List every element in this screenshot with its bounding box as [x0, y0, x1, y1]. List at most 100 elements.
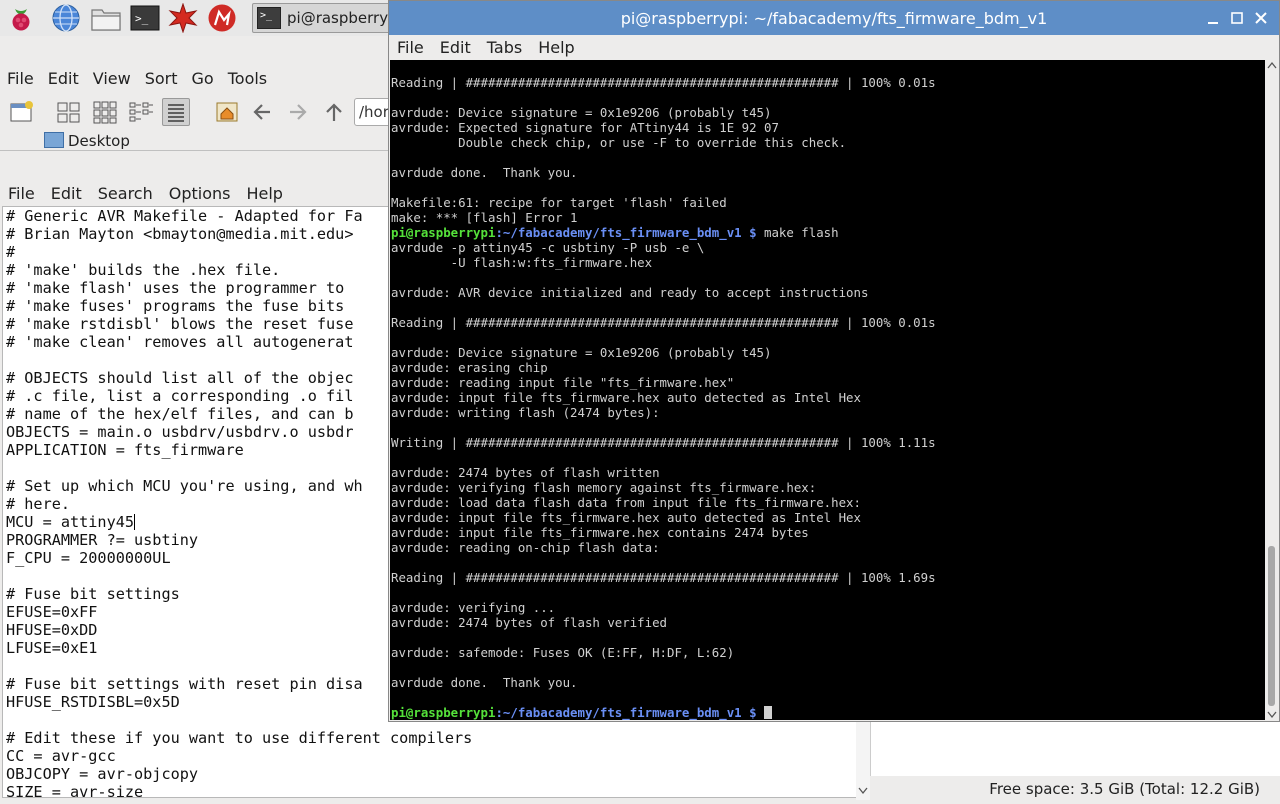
terminal-menubar: File Edit Tabs Help — [389, 35, 583, 61]
editor-line: OBJCOPY = avr-objcopy — [6, 765, 199, 783]
terminal-menu-tabs[interactable]: Tabs — [479, 35, 530, 61]
file-list-pane — [870, 722, 1280, 776]
terminal-line: Reading | ##############################… — [391, 75, 936, 90]
prompt-user: pi@raspberrypi — [391, 225, 496, 240]
terminal-icon[interactable]: >_ — [130, 3, 160, 33]
list-view-icon[interactable] — [162, 98, 190, 126]
terminal-prompt-line: pi@raspberrypi:~/fabacademy/fts_firmware… — [391, 705, 772, 720]
up-arrow-icon[interactable] — [320, 98, 348, 126]
prompt-path: :~/fabacademy/fts_firmware_bdm_v1 $ — [495, 705, 757, 720]
terminal-line: avrdude done. Thank you. — [391, 675, 578, 690]
fm-menu-go[interactable]: Go — [185, 64, 221, 92]
terminal-line: avrdude: Expected signature for ATtiny44… — [391, 120, 779, 135]
terminal-line: avrdude: input file fts_firmware.hex con… — [391, 525, 809, 540]
editor-menu-search[interactable]: Search — [90, 181, 161, 206]
terminal-menu-edit[interactable]: Edit — [432, 35, 479, 61]
file-manager-icon[interactable] — [90, 3, 121, 33]
fm-menu-file[interactable]: File — [0, 64, 41, 92]
terminal-line: avrdude: verifying ... — [391, 600, 556, 615]
terminal-line: Makefile:61: recipe for target 'flash' f… — [391, 195, 727, 210]
editor-scrollbar[interactable] — [856, 722, 870, 800]
thumbnail-view-icon[interactable] — [91, 98, 119, 126]
fm-menu-sort[interactable]: Sort — [138, 64, 185, 92]
terminal-text: Reading | ##############################… — [390, 60, 1265, 720]
folder-icon — [44, 132, 64, 148]
terminal-line: avrdude: load data flash data from input… — [391, 495, 861, 510]
terminal-titlebar[interactable]: pi@raspberrypi: ~/fabacademy/fts_firmwar… — [389, 1, 1279, 35]
terminal-prompt-line: pi@raspberrypi:~/fabacademy/fts_firmware… — [391, 225, 839, 240]
fm-menu-view[interactable]: View — [86, 64, 138, 92]
maximize-icon[interactable] — [1227, 8, 1247, 28]
terminal-line: Double check chip, or use -F to override… — [391, 135, 847, 150]
editor-line: # Generic AVR Makefile - Adapted for Fa — [6, 207, 363, 225]
editor-line: SIZE = avr-size — [6, 783, 144, 798]
editor-line: MCU = attiny45 — [6, 513, 135, 531]
editor-line: # OBJECTS should list all of the objec — [6, 369, 354, 387]
editor-line: # 'make' builds the .hex file. — [6, 261, 281, 279]
editor-line: EFUSE=0xFF — [6, 603, 98, 621]
editor-line: # — [6, 243, 16, 261]
web-browser-icon[interactable] — [51, 3, 81, 33]
prompt-path: :~/fabacademy/fts_firmware_bdm_v1 $ — [495, 225, 757, 240]
terminal-scroll-thumb[interactable] — [1268, 546, 1275, 706]
new-window-icon[interactable] — [8, 98, 36, 126]
editor-line: # Fuse bit settings — [6, 585, 180, 603]
back-arrow-icon[interactable] — [248, 98, 276, 126]
terminal-scrollbar[interactable] — [1265, 60, 1279, 720]
prompt-command: make flash — [756, 225, 839, 240]
editor-line: # Set up which MCU you're using, and wh — [6, 477, 363, 495]
terminal-line: avrdude: 2474 bytes of flash verified — [391, 615, 668, 630]
terminal-line: Writing | ##############################… — [391, 435, 936, 450]
terminal-title: pi@raspberrypi: ~/fabacademy/fts_firmwar… — [620, 9, 1048, 28]
terminal-line: avrdude: Device signature = 0x1e9206 (pr… — [391, 105, 772, 120]
terminal-window: pi@raspberrypi: ~/fabacademy/fts_firmwar… — [388, 0, 1280, 722]
terminal-line: avrdude: writing flash (2474 bytes): — [391, 405, 660, 420]
mathematica-icon[interactable] — [168, 2, 198, 34]
terminal-line: avrdude done. Thank you. — [391, 165, 578, 180]
terminal-line: avrdude: safemode: Fuses OK (E:FF, H:DF,… — [391, 645, 735, 660]
terminal-line: avrdude: erasing chip — [391, 360, 548, 375]
editor-line: # Brian Mayton <bmayton@media.mit.edu> — [6, 225, 354, 243]
file-manager-toolbar — [0, 94, 390, 130]
editor-line: # 'make flash' uses the programmer to — [6, 279, 345, 297]
forward-arrow-icon[interactable] — [284, 98, 312, 126]
prompt-command — [757, 705, 764, 720]
home-icon[interactable] — [213, 98, 241, 126]
terminal-menu-help[interactable]: Help — [530, 35, 582, 61]
editor-menu-help[interactable]: Help — [238, 181, 290, 206]
editor-menubar: File Edit Search Options Help — [0, 181, 291, 206]
compact-view-icon[interactable] — [127, 98, 155, 126]
terminal-icon — [257, 7, 281, 29]
terminal-line: avrdude: 2474 bytes of flash written — [391, 465, 660, 480]
terminal-line: avrdude -p attiny45 -c usbtiny -P usb -e… — [391, 240, 705, 255]
editor-line: LFUSE=0xE1 — [6, 639, 98, 657]
terminal-output[interactable]: Reading | ##############################… — [390, 60, 1265, 720]
file-manager-menubar: File Edit View Sort Go Tools — [0, 64, 274, 92]
icon-view-icon[interactable] — [55, 98, 83, 126]
editor-menu-options[interactable]: Options — [161, 181, 239, 206]
editor-line: # Edit these if you want to use differen… — [6, 729, 473, 747]
fm-menu-tools[interactable]: Tools — [221, 64, 274, 92]
file-manager-window: File Edit View Sort Go Tools /hor Deskto… — [0, 64, 394, 150]
free-space-text: Free space: 3.5 GiB (Total: 12.2 GiB) — [989, 780, 1260, 798]
raspberry-menu-icon[interactable] — [6, 3, 36, 33]
editor-line: # 'make clean' removes all autogenerat — [6, 333, 354, 351]
terminal-line: avrdude: reading input file "fts_firmwar… — [391, 375, 735, 390]
editor-line: HFUSE=0xDD — [6, 621, 98, 639]
editor-line: APPLICATION = fts_firmware — [6, 441, 244, 459]
fm-menu-edit[interactable]: Edit — [41, 64, 86, 92]
editor-menu-edit[interactable]: Edit — [43, 181, 90, 206]
terminal-line: avrdude: input file fts_firmware.hex aut… — [391, 390, 861, 405]
minimize-icon[interactable] — [1203, 8, 1223, 28]
close-icon[interactable] — [1251, 8, 1271, 28]
terminal-menu-file[interactable]: File — [389, 35, 432, 61]
terminal-line: avrdude: Device signature = 0x1e9206 (pr… — [391, 345, 772, 360]
editor-line: OBJECTS = main.o usbdrv/usbdrv.o usbdr — [6, 423, 354, 441]
terminal-line: avrdude: input file fts_firmware.hex aut… — [391, 510, 861, 525]
taskbar-terminal-task[interactable]: pi@raspberryp — [252, 3, 402, 33]
editor-menu-file[interactable]: File — [0, 181, 43, 206]
terminal-line: avrdude: AVR device initialized and read… — [391, 285, 869, 300]
text-cursor — [134, 514, 136, 530]
wolfram-icon[interactable] — [207, 3, 237, 33]
sidebar-item-desktop[interactable]: Desktop — [44, 132, 130, 150]
